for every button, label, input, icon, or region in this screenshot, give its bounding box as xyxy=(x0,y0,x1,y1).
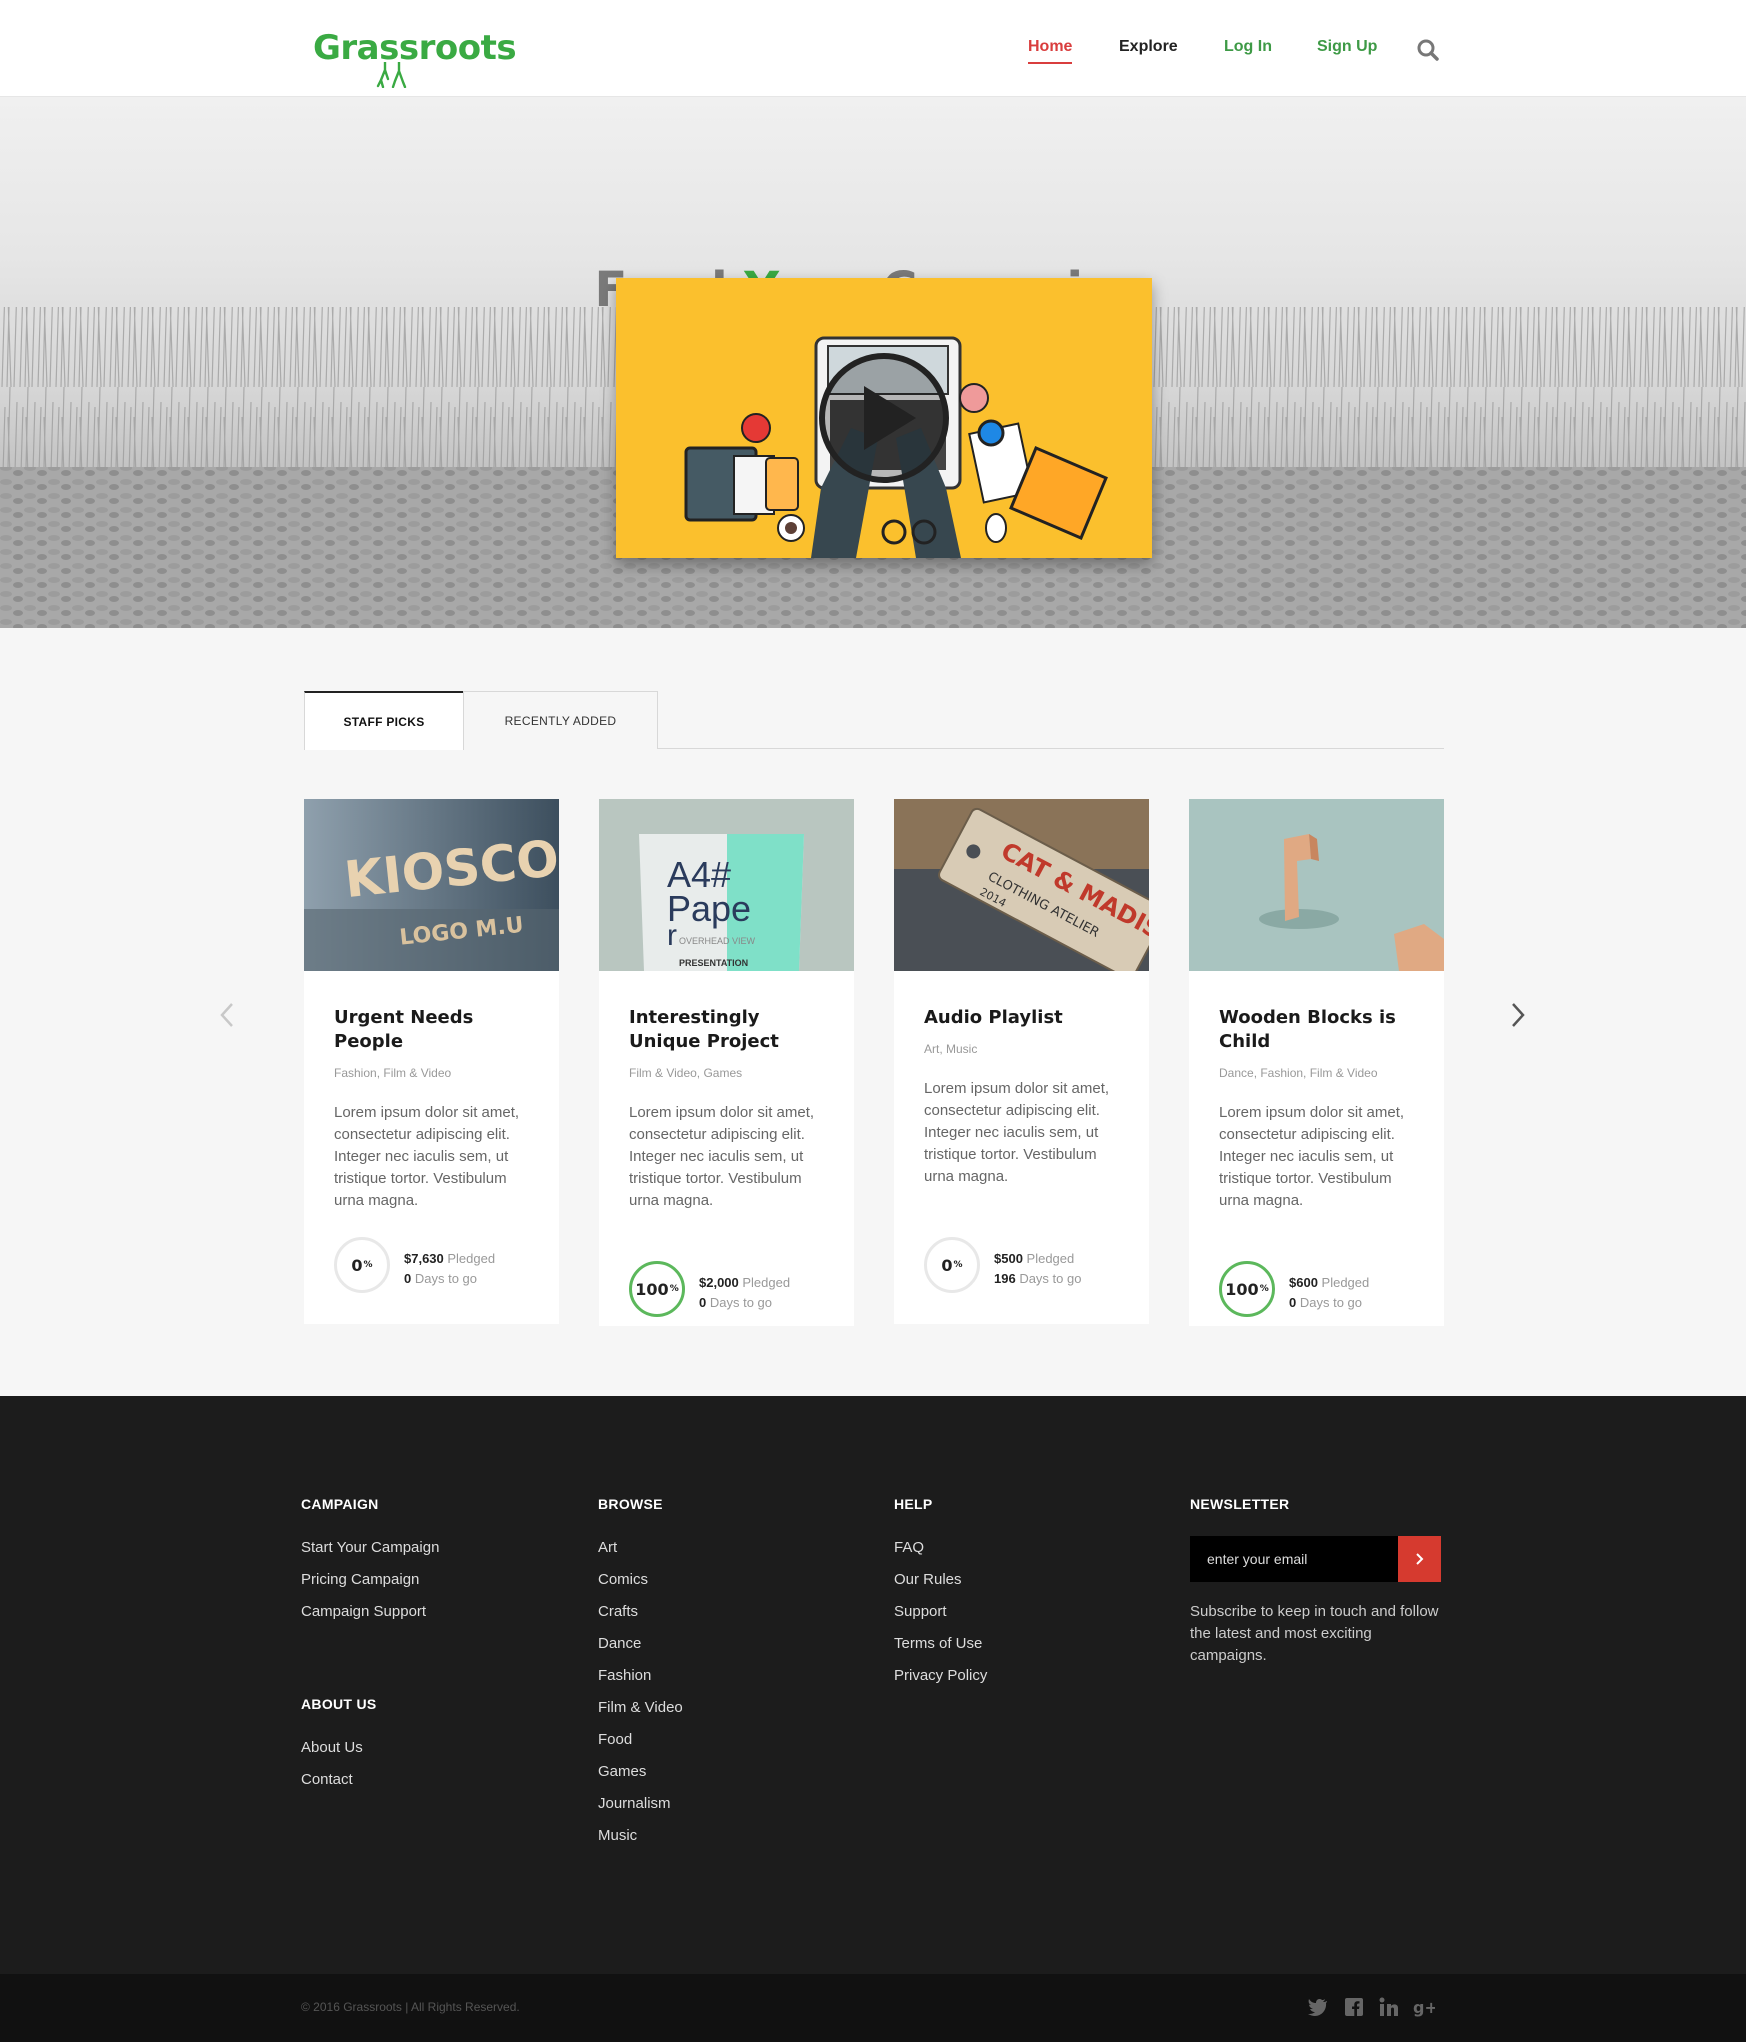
card-description: Lorem ipsum dolor sit amet, consectetur … xyxy=(334,1104,520,1209)
footer-link[interactable]: Fashion xyxy=(598,1660,683,1692)
card-categories: Film & Video, Games xyxy=(629,1066,743,1080)
linkedin-icon[interactable] xyxy=(1378,1996,1400,2018)
funding-progress-ring: 0% xyxy=(924,1237,980,1293)
site-header: Grassroots Home Explore Log In Sign Up xyxy=(0,0,1746,97)
svg-text:r: r xyxy=(667,919,677,952)
campaign-card[interactable]: CAT & MADISON CLOTHING ATELIER 2014 Audi… xyxy=(894,799,1149,1324)
card-title[interactable]: Audio Playlist xyxy=(924,1006,1119,1030)
card-title[interactable]: Interestingly Unique Project xyxy=(629,1006,824,1054)
svg-text:OVERHEAD VIEW: OVERHEAD VIEW xyxy=(679,936,756,946)
footer-link[interactable]: Terms of Use xyxy=(894,1628,987,1660)
twitter-icon[interactable] xyxy=(1307,1996,1329,2018)
footer-link[interactable]: Pricing Campaign xyxy=(301,1564,439,1596)
newsletter-email-input[interactable] xyxy=(1190,1536,1398,1582)
days-to-go: 196 xyxy=(994,1271,1016,1286)
carousel-next-arrow[interactable] xyxy=(1508,1000,1528,1030)
footer-link[interactable]: Start Your Campaign xyxy=(301,1532,439,1564)
footer-link[interactable]: Crafts xyxy=(598,1596,683,1628)
nav-explore[interactable]: Explore xyxy=(1119,38,1178,56)
pledged-amount: $2,000 xyxy=(699,1275,739,1290)
footer-link[interactable]: Dance xyxy=(598,1628,683,1660)
card-image-paper[interactable]: A4# Pape r OVERHEAD VIEW PRESENTATION xyxy=(599,799,854,971)
campaign-card[interactable]: A4# Pape r OVERHEAD VIEW PRESENTATION In… xyxy=(599,799,854,1326)
funding-progress-ring: 0% xyxy=(334,1237,390,1293)
nav-home[interactable]: Home xyxy=(1028,38,1073,64)
footer-browse-column: Browse Art Comics Crafts Dance Fashion F… xyxy=(598,1496,683,1852)
footer-link[interactable]: Food xyxy=(598,1724,683,1756)
main-nav: Home Explore Log In Sign Up xyxy=(0,38,1746,68)
campaign-card[interactable]: KIOSCO LOGO M.U Urgent Needs People Fash… xyxy=(304,799,559,1324)
footer-link[interactable]: Music xyxy=(598,1820,683,1852)
card-image-tag[interactable]: CAT & MADISON CLOTHING ATELIER 2014 xyxy=(894,799,1149,971)
svg-text:Pape: Pape xyxy=(667,888,751,929)
card-title[interactable]: Wooden Blocks is Child xyxy=(1219,1006,1414,1054)
campaign-video[interactable] xyxy=(616,278,1152,558)
footer-campaign-column: Campaign Start Your Campaign Pricing Cam… xyxy=(301,1496,439,1628)
pledged-amount: $600 xyxy=(1289,1275,1318,1290)
card-stats: 0% $7,630 Pledged 0 Days to go xyxy=(334,1237,534,1293)
footer-newsletter-column: Newsletter xyxy=(1190,1496,1289,1532)
footer-link[interactable]: Comics xyxy=(598,1564,683,1596)
nav-signup[interactable]: Sign Up xyxy=(1317,38,1377,56)
newsletter-form xyxy=(1190,1536,1441,1582)
google-plus-icon[interactable]: g+ xyxy=(1413,1996,1435,2018)
campaign-card[interactable]: Wooden Blocks is Child Dance, Fashion, F… xyxy=(1189,799,1444,1326)
tab-recently-added[interactable]: Recently Added xyxy=(463,691,658,749)
card-stats: 100% $2,000 Pledged 0 Days to go xyxy=(629,1261,829,1317)
footer-link[interactable]: Privacy Policy xyxy=(894,1660,987,1692)
tab-staff-picks[interactable]: Staff Picks xyxy=(304,691,464,750)
card-image-kiosco[interactable]: KIOSCO LOGO M.U xyxy=(304,799,559,971)
card-categories: Dance, Fashion, Film & Video xyxy=(1219,1066,1378,1080)
search-icon[interactable] xyxy=(1417,39,1439,61)
nav-login[interactable]: Log In xyxy=(1224,38,1272,56)
chevron-right-icon xyxy=(1415,1553,1423,1565)
footer-link[interactable]: Campaign Support xyxy=(301,1596,439,1628)
funding-progress-ring: 100% xyxy=(1219,1261,1275,1317)
svg-text:PRESENTATION: PRESENTATION xyxy=(679,958,748,968)
footer-help-column: Help FAQ Our Rules Support Terms of Use … xyxy=(894,1496,987,1692)
card-categories: Art, Music xyxy=(924,1042,978,1056)
pledged-amount: $7,630 xyxy=(404,1251,444,1266)
card-description: Lorem ipsum dolor sit amet, consectetur … xyxy=(629,1104,815,1209)
footer-link[interactable]: About Us xyxy=(301,1732,377,1764)
card-description: Lorem ipsum dolor sit amet, consectetur … xyxy=(924,1080,1110,1185)
footer-link[interactable]: Support xyxy=(894,1596,987,1628)
newsletter-description: Subscribe to keep in touch and follow th… xyxy=(1190,1603,1439,1664)
card-description: Lorem ipsum dolor sit amet, consectetur … xyxy=(1219,1104,1405,1209)
newsletter-submit-button[interactable] xyxy=(1398,1536,1441,1582)
card-categories: Fashion, Film & Video xyxy=(334,1066,452,1080)
pledged-amount: $500 xyxy=(994,1251,1023,1266)
footer-heading: Campaign xyxy=(301,1496,379,1512)
footer-link[interactable]: Contact xyxy=(301,1764,377,1796)
footer-link[interactable]: Journalism xyxy=(598,1788,683,1820)
carousel-prev-arrow[interactable] xyxy=(217,1000,237,1030)
footer-heading: Help xyxy=(894,1496,933,1512)
footer-link[interactable]: FAQ xyxy=(894,1532,987,1564)
facebook-icon[interactable] xyxy=(1343,1996,1365,2018)
funding-progress-ring: 100% xyxy=(629,1261,685,1317)
card-title[interactable]: Urgent Needs People xyxy=(334,1006,529,1054)
card-stats: 100% $600 Pledged 0 Days to go xyxy=(1219,1261,1419,1317)
desk-illustration xyxy=(684,336,1108,558)
footer-heading: Browse xyxy=(598,1496,663,1512)
footer-heading: About Us xyxy=(301,1696,377,1712)
footer-heading: Newsletter xyxy=(1190,1496,1290,1512)
copyright-bar: © 2016 Grassroots | All Rights Reserved.… xyxy=(0,1974,1746,2042)
campaign-tabs: Staff Picks Recently Added xyxy=(304,691,1444,750)
copyright-text: © 2016 Grassroots | All Rights Reserved. xyxy=(301,2000,520,2014)
footer-link[interactable]: Games xyxy=(598,1756,683,1788)
site-footer: Campaign Start Your Campaign Pricing Cam… xyxy=(0,1396,1746,1974)
card-image-wooden-blocks[interactable] xyxy=(1189,799,1444,971)
footer-link[interactable]: Art xyxy=(598,1532,683,1564)
svg-text:g+: g+ xyxy=(1413,1998,1435,2017)
card-stats: 0% $500 Pledged 196 Days to go xyxy=(924,1237,1124,1293)
footer-link[interactable]: Our Rules xyxy=(894,1564,987,1596)
footer-about-column: About Us About Us Contact xyxy=(301,1696,377,1796)
footer-link[interactable]: Film & Video xyxy=(598,1692,683,1724)
